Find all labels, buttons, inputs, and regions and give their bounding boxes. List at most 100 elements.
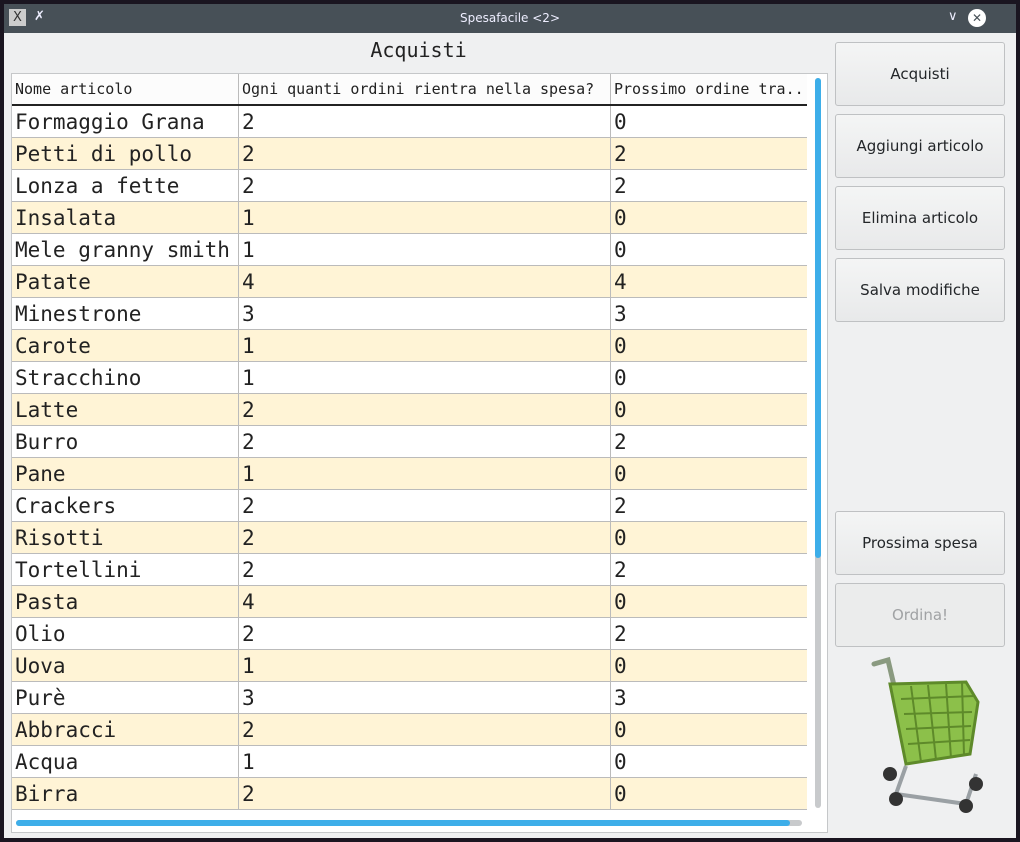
next-order-cell[interactable]: 0 bbox=[611, 714, 807, 745]
vertical-scrollbar[interactable] bbox=[815, 78, 821, 808]
item-name-cell[interactable]: Risotti bbox=[12, 522, 239, 553]
item-name-cell[interactable]: Lonza a fette bbox=[12, 170, 239, 201]
item-name-cell[interactable]: Purè bbox=[12, 682, 239, 713]
frequency-cell[interactable]: 2 bbox=[239, 778, 611, 809]
frequency-cell[interactable]: 2 bbox=[239, 618, 611, 649]
next-order-cell[interactable]: 3 bbox=[611, 298, 807, 329]
save-changes-button[interactable]: Salva modifiche bbox=[835, 258, 1005, 322]
horizontal-scrollbar[interactable] bbox=[16, 820, 802, 826]
table-row[interactable]: Carote 1 0 bbox=[12, 330, 807, 362]
table-row[interactable]: Petti di pollo 2 2 bbox=[12, 138, 807, 170]
item-name-cell[interactable]: Insalata bbox=[12, 202, 239, 233]
frequency-cell[interactable]: 2 bbox=[239, 394, 611, 425]
delete-item-button[interactable]: Elimina articolo bbox=[835, 186, 1005, 250]
table-row[interactable]: Risotti 2 0 bbox=[12, 522, 807, 554]
item-name-cell[interactable]: Uova bbox=[12, 650, 239, 681]
next-order-cell[interactable]: 0 bbox=[611, 778, 807, 809]
next-shopping-button[interactable]: Prossima spesa bbox=[835, 511, 1005, 575]
next-order-cell[interactable]: 0 bbox=[611, 586, 807, 617]
frequency-cell[interactable]: 4 bbox=[239, 586, 611, 617]
table-row[interactable]: Purè 3 3 bbox=[12, 682, 807, 714]
table-row[interactable]: Crackers 2 2 bbox=[12, 490, 807, 522]
item-name-cell[interactable]: Pane bbox=[12, 458, 239, 489]
table-row[interactable]: Minestrone 3 3 bbox=[12, 298, 807, 330]
table-row[interactable]: Tortellini 2 2 bbox=[12, 554, 807, 586]
item-name-cell[interactable]: Minestrone bbox=[12, 298, 239, 329]
frequency-cell[interactable]: 2 bbox=[239, 714, 611, 745]
frequency-cell[interactable]: 1 bbox=[239, 458, 611, 489]
next-order-cell[interactable]: 0 bbox=[611, 202, 807, 233]
table-row[interactable]: Uova 1 0 bbox=[12, 650, 807, 682]
frequency-cell[interactable]: 1 bbox=[239, 362, 611, 393]
item-name-cell[interactable]: Crackers bbox=[12, 490, 239, 521]
frequency-cell[interactable]: 1 bbox=[239, 202, 611, 233]
item-name-cell[interactable]: Formaggio Grana bbox=[12, 106, 239, 137]
item-name-cell[interactable]: Mele granny smith bbox=[12, 234, 239, 265]
item-name-cell[interactable]: Pasta bbox=[12, 586, 239, 617]
frequency-cell[interactable]: 2 bbox=[239, 106, 611, 137]
table-row[interactable]: Pasta 4 0 bbox=[12, 586, 807, 618]
table-row[interactable]: Formaggio Grana 2 0 bbox=[12, 106, 807, 138]
column-header-frequency[interactable]: Ogni quanti ordini rientra nella spesa? bbox=[239, 74, 611, 104]
next-order-cell[interactable]: 2 bbox=[611, 426, 807, 457]
table-row[interactable]: Insalata 1 0 bbox=[12, 202, 807, 234]
frequency-cell[interactable]: 2 bbox=[239, 490, 611, 521]
next-order-cell[interactable]: 0 bbox=[611, 650, 807, 681]
table-row[interactable]: Birra 2 0 bbox=[12, 778, 807, 810]
table-row[interactable]: Mele granny smith 1 0 bbox=[12, 234, 807, 266]
table-row[interactable]: Patate 4 4 bbox=[12, 266, 807, 298]
acquisti-button[interactable]: Acquisti bbox=[835, 42, 1005, 106]
item-name-cell[interactable]: Carote bbox=[12, 330, 239, 361]
item-name-cell[interactable]: Tortellini bbox=[12, 554, 239, 585]
column-header-name[interactable]: Nome articolo bbox=[12, 74, 239, 104]
table-row[interactable]: Acqua 1 0 bbox=[12, 746, 807, 778]
frequency-cell[interactable]: 2 bbox=[239, 138, 611, 169]
next-order-cell[interactable]: 2 bbox=[611, 138, 807, 169]
order-button[interactable]: Ordina! bbox=[835, 583, 1005, 647]
next-order-cell[interactable]: 0 bbox=[611, 458, 807, 489]
next-order-cell[interactable]: 2 bbox=[611, 554, 807, 585]
next-order-cell[interactable]: 0 bbox=[611, 106, 807, 137]
item-name-cell[interactable]: Petti di pollo bbox=[12, 138, 239, 169]
table-row[interactable]: Lonza a fette 2 2 bbox=[12, 170, 807, 202]
frequency-cell[interactable]: 1 bbox=[239, 746, 611, 777]
frequency-cell[interactable]: 1 bbox=[239, 330, 611, 361]
next-order-cell[interactable]: 2 bbox=[611, 490, 807, 521]
table-row[interactable]: Burro 2 2 bbox=[12, 426, 807, 458]
next-order-cell[interactable]: 2 bbox=[611, 170, 807, 201]
frequency-cell[interactable]: 4 bbox=[239, 266, 611, 297]
close-icon[interactable]: ✕ bbox=[968, 9, 986, 27]
item-name-cell[interactable]: Stracchino bbox=[12, 362, 239, 393]
frequency-cell[interactable]: 2 bbox=[239, 554, 611, 585]
table-row[interactable]: Stracchino 1 0 bbox=[12, 362, 807, 394]
frequency-cell[interactable]: 2 bbox=[239, 170, 611, 201]
add-item-button[interactable]: Aggiungi articolo bbox=[835, 114, 1005, 178]
next-order-cell[interactable]: 0 bbox=[611, 746, 807, 777]
frequency-cell[interactable]: 2 bbox=[239, 426, 611, 457]
next-order-cell[interactable]: 0 bbox=[611, 522, 807, 553]
column-header-next-order[interactable]: Prossimo ordine tra.. bbox=[611, 74, 807, 104]
frequency-cell[interactable]: 1 bbox=[239, 650, 611, 681]
item-name-cell[interactable]: Latte bbox=[12, 394, 239, 425]
next-order-cell[interactable]: 3 bbox=[611, 682, 807, 713]
item-name-cell[interactable]: Abbracci bbox=[12, 714, 239, 745]
table-row[interactable]: Pane 1 0 bbox=[12, 458, 807, 490]
table-row[interactable]: Olio 2 2 bbox=[12, 618, 807, 650]
next-order-cell[interactable]: 2 bbox=[611, 618, 807, 649]
next-order-cell[interactable]: 0 bbox=[611, 330, 807, 361]
next-order-cell[interactable]: 0 bbox=[611, 394, 807, 425]
next-order-cell[interactable]: 0 bbox=[611, 234, 807, 265]
item-name-cell[interactable]: Acqua bbox=[12, 746, 239, 777]
frequency-cell[interactable]: 1 bbox=[239, 234, 611, 265]
item-name-cell[interactable]: Olio bbox=[12, 618, 239, 649]
next-order-cell[interactable]: 4 bbox=[611, 266, 807, 297]
table-row[interactable]: Latte 2 0 bbox=[12, 394, 807, 426]
table-row[interactable]: Abbracci 2 0 bbox=[12, 714, 807, 746]
frequency-cell[interactable]: 3 bbox=[239, 298, 611, 329]
vertical-scrollbar-thumb[interactable] bbox=[815, 78, 821, 558]
next-order-cell[interactable]: 0 bbox=[611, 362, 807, 393]
frequency-cell[interactable]: 3 bbox=[239, 682, 611, 713]
item-name-cell[interactable]: Patate bbox=[12, 266, 239, 297]
item-name-cell[interactable]: Burro bbox=[12, 426, 239, 457]
item-name-cell[interactable]: Birra bbox=[12, 778, 239, 809]
